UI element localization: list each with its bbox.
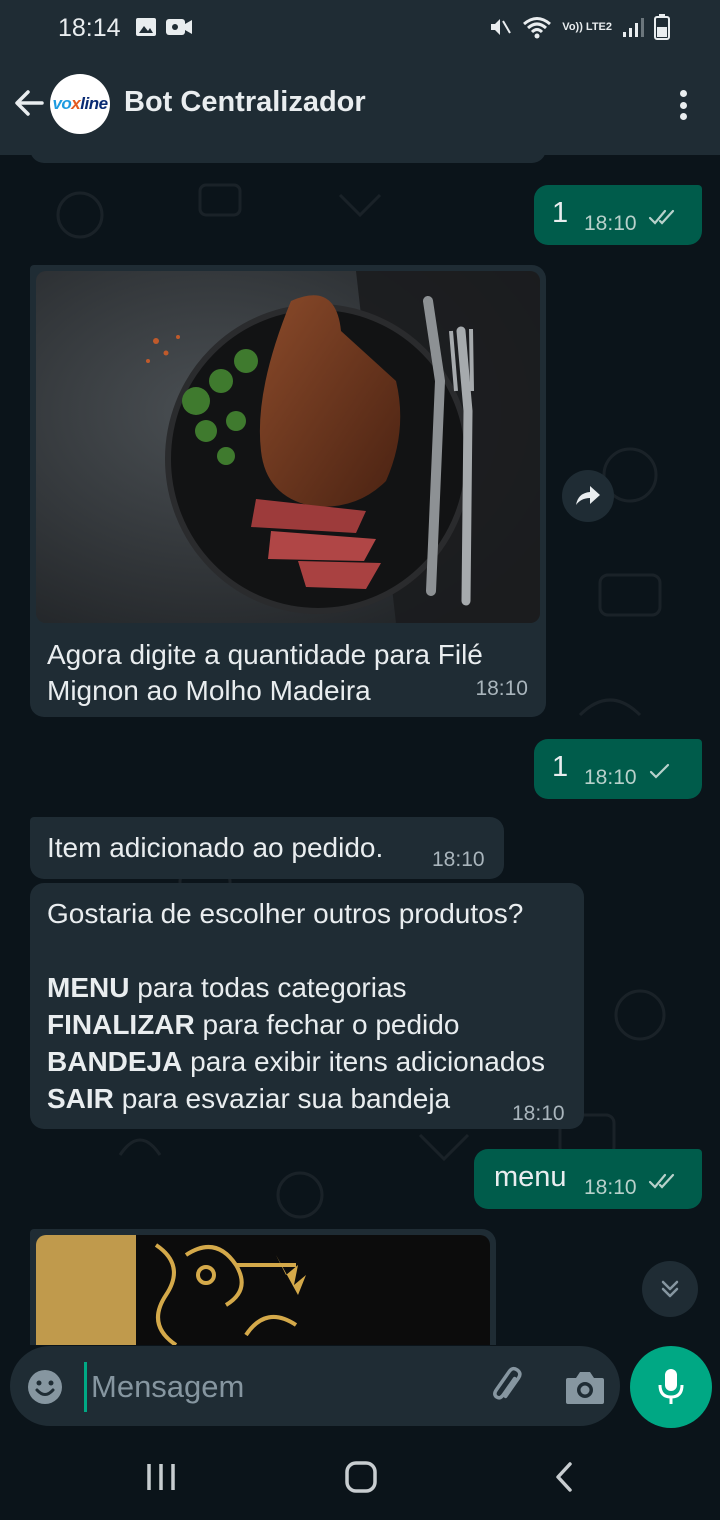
arrow-left-icon[interactable] (12, 86, 46, 120)
wifi-icon (523, 17, 552, 39)
message-intro: Gostaria de escolher outros produtos? (47, 898, 524, 929)
chat-title[interactable]: Bot Centralizador (124, 86, 366, 119)
option-sair: SAIR para esvaziar sua bandeja (47, 1083, 451, 1114)
incoming-menu-message[interactable]: Gostaria de escolher outros produtos? ME… (30, 883, 584, 1129)
steak-image (36, 271, 540, 623)
status-left-icons (135, 16, 193, 38)
option-menu: MENU para todas categorias (47, 972, 407, 1003)
app-header: 18:14 Vo)) LTE2 voxline Bot Centralizado… (0, 0, 720, 155)
nav-back-icon[interactable] (552, 1461, 576, 1493)
forward-button[interactable] (562, 470, 614, 522)
mic-button[interactable] (630, 1346, 712, 1428)
message-time: 18:10 (584, 212, 637, 235)
check-icon (649, 763, 670, 779)
outgoing-message[interactable]: 1 18:10 (534, 739, 702, 799)
status-time: 18:14 (58, 14, 121, 42)
recents-icon[interactable] (146, 1462, 176, 1492)
scroll-down-button[interactable] (642, 1261, 698, 1317)
steak-photo[interactable] (36, 271, 540, 623)
gallery-icon (136, 18, 156, 36)
outgoing-message[interactable]: 1 18:10 (534, 185, 702, 245)
message-text: 1 (552, 197, 569, 229)
option-finalizar: FINALIZAR para fechar o pedido (47, 1009, 460, 1040)
chat-area[interactable]: 1 18:10 Agora digite a quantidade para F… (0, 155, 720, 1345)
video-icon (166, 19, 192, 35)
double-check-icon (648, 1173, 675, 1189)
incoming-message[interactable]: Item adicionado ao pedido. 18:10 (30, 817, 504, 879)
message-text: Item adicionado ao pedido. (47, 832, 384, 863)
status-right-icons: Vo)) LTE2 (488, 14, 670, 40)
double-chevron-down-icon (661, 1280, 679, 1298)
mic-icon (658, 1369, 684, 1404)
home-icon[interactable] (344, 1460, 378, 1494)
menu-image[interactable] (36, 1235, 490, 1345)
avatar-logo: voxline (52, 94, 108, 113)
paperclip-icon[interactable] (486, 1366, 528, 1408)
message-text: 1 (552, 751, 569, 783)
message-text: menu (494, 1161, 567, 1193)
ornament-image (154, 1243, 306, 1345)
message-time: 18:10 (584, 766, 637, 789)
message-time: 18:10 (512, 1102, 565, 1125)
option-bandeja: BANDEJA para exibir itens adicionados (47, 1046, 546, 1077)
emoji-icon[interactable] (26, 1368, 64, 1406)
outgoing-message[interactable]: menu 18:10 (474, 1149, 702, 1209)
double-check-icon (648, 209, 675, 225)
avatar[interactable]: voxline (50, 74, 110, 134)
image-caption: Agora digite a quantidade para Filé Mign… (47, 639, 483, 706)
forward-icon (576, 486, 600, 505)
option-list: MENU para todas categorias FINALIZAR par… (47, 969, 545, 1117)
message-input[interactable] (84, 1362, 464, 1412)
incoming-image-message-partial[interactable] (30, 1229, 496, 1345)
incoming-image-message[interactable]: Agora digite a quantidade para Filé Mign… (30, 265, 546, 717)
message-time: 18:10 (475, 677, 528, 700)
mute-icon (491, 19, 512, 35)
signal-icon (623, 18, 644, 37)
battery-icon (654, 14, 670, 40)
more-vert-icon[interactable] (678, 90, 688, 120)
message-time: 18:10 (584, 1176, 637, 1199)
message-time: 18:10 (432, 848, 485, 871)
previous-message[interactable] (30, 155, 546, 163)
camera-icon[interactable] (564, 1368, 606, 1406)
network-label: Vo)) LTE2 (562, 20, 612, 33)
